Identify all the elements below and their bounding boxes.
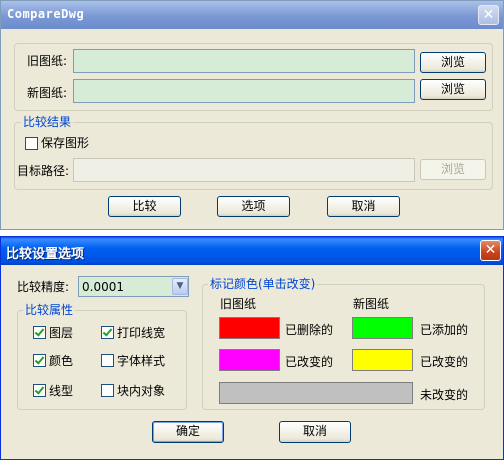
changed-old-label: 已改变的	[285, 355, 334, 369]
lineweight-label: 打印线宽	[117, 326, 166, 340]
added-color-swatch[interactable]	[352, 317, 413, 339]
window-title: CompareDwg	[7, 7, 85, 21]
title-bar[interactable]: CompareDwg ✕	[1, 1, 503, 29]
linetype-checkbox[interactable]	[33, 384, 46, 397]
options-dialog: 比较设置选项 ✕ 比较精度: 0.0001 ▼ 比较属性 图层 颜色 线型 打印…	[0, 236, 504, 460]
close-icon[interactable]: ✕	[480, 240, 501, 261]
check-icon	[34, 354, 45, 365]
old-drawing-header: 旧图纸	[220, 297, 257, 311]
changed-new-label: 已改变的	[420, 355, 469, 369]
font-style-checkbox[interactable]	[101, 354, 114, 367]
options-button[interactable]: 选项	[217, 196, 290, 217]
dialog-cancel-button[interactable]: 取消	[279, 421, 351, 443]
close-icon[interactable]: ✕	[478, 5, 499, 25]
compare-dwg-window: CompareDwg ✕ 旧图纸: 浏览 新图纸: 浏览 比较结果 保存图形 目…	[0, 0, 504, 230]
layer-label: 图层	[49, 326, 74, 340]
attributes-group-label: 比较属性	[23, 303, 76, 317]
check-icon	[34, 326, 45, 337]
block-objects-checkbox[interactable]	[101, 384, 114, 397]
target-path-field[interactable]	[73, 158, 415, 182]
added-label: 已添加的	[420, 323, 469, 337]
target-path-label: 目标路径:	[17, 164, 70, 178]
unchanged-color-swatch[interactable]	[219, 382, 413, 404]
target-path-browse-button[interactable]: 浏览	[420, 159, 486, 180]
color-checkbox[interactable]	[33, 354, 46, 367]
changed-new-color-swatch[interactable]	[352, 349, 413, 371]
deleted-color-swatch[interactable]	[219, 317, 280, 339]
lineweight-checkbox[interactable]	[101, 326, 114, 339]
result-group-label: 比较结果	[21, 115, 74, 129]
new-drawing-browse-button[interactable]: 浏览	[420, 79, 486, 100]
new-drawing-label: 新图纸:	[27, 86, 68, 100]
save-graphics-label: 保存图形	[41, 136, 90, 150]
title-bar[interactable]: 比较设置选项 ✕	[1, 237, 503, 265]
old-drawing-browse-button[interactable]: 浏览	[420, 52, 486, 73]
block-objects-label: 块内对象	[117, 384, 166, 398]
cancel-button[interactable]: 取消	[327, 196, 400, 217]
marker-colors-group-label: 标记颜色(单击改变)	[208, 277, 318, 291]
linetype-label: 线型	[49, 384, 74, 398]
check-icon	[102, 326, 113, 337]
font-style-label: 字体样式	[117, 354, 166, 368]
new-drawing-header: 新图纸	[353, 297, 390, 311]
layer-checkbox[interactable]	[33, 326, 46, 339]
check-icon	[34, 384, 45, 395]
new-drawing-field[interactable]	[73, 79, 415, 103]
compare-button[interactable]: 比较	[108, 196, 181, 217]
ok-button[interactable]: 确定	[152, 421, 224, 443]
dialog-title: 比较设置选项	[6, 247, 85, 262]
save-graphics-checkbox[interactable]	[25, 137, 38, 150]
precision-label: 比较精度:	[17, 280, 70, 294]
chevron-down-icon[interactable]: ▼	[172, 278, 188, 295]
old-drawing-label: 旧图纸:	[27, 54, 68, 68]
color-label: 颜色	[49, 354, 74, 368]
deleted-label: 已删除的	[285, 323, 334, 337]
old-drawing-field[interactable]	[73, 49, 415, 73]
changed-old-color-swatch[interactable]	[219, 349, 280, 371]
unchanged-label: 未改变的	[420, 388, 469, 402]
precision-combobox[interactable]: 0.0001 ▼	[78, 276, 189, 297]
precision-value: 0.0001	[82, 280, 124, 294]
